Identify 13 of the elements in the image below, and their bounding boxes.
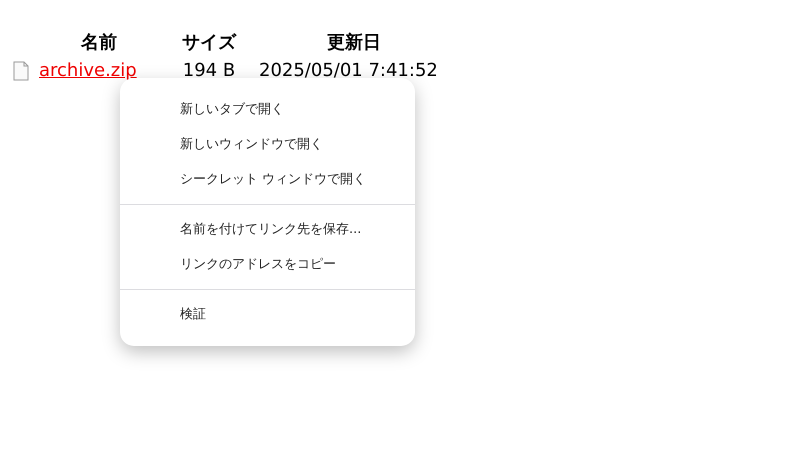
menu-item[interactable]: 新しいタブで開く [120,92,415,127]
menu-item[interactable]: 検証 [120,297,415,332]
table-cell-text: 194 B [182,60,236,81]
menu-item[interactable]: 新しいウィンドウで開く [120,127,415,162]
column-header: サイズ [181,31,238,54]
table-cell-text: 2025/05/01 7:41:52 [259,60,439,81]
menu-item[interactable]: リンクのアドレスをコピー [120,247,415,282]
file-link[interactable]: archive.zip [39,60,159,81]
column-header: 名前 [80,31,118,54]
menu-item[interactable]: シークレット ウィンドウで開く [120,162,415,197]
menu-item[interactable]: 名前を付けてリンク先を保存... [120,212,415,247]
file-icon [13,60,29,80]
column-header: 更新日 [326,31,382,54]
